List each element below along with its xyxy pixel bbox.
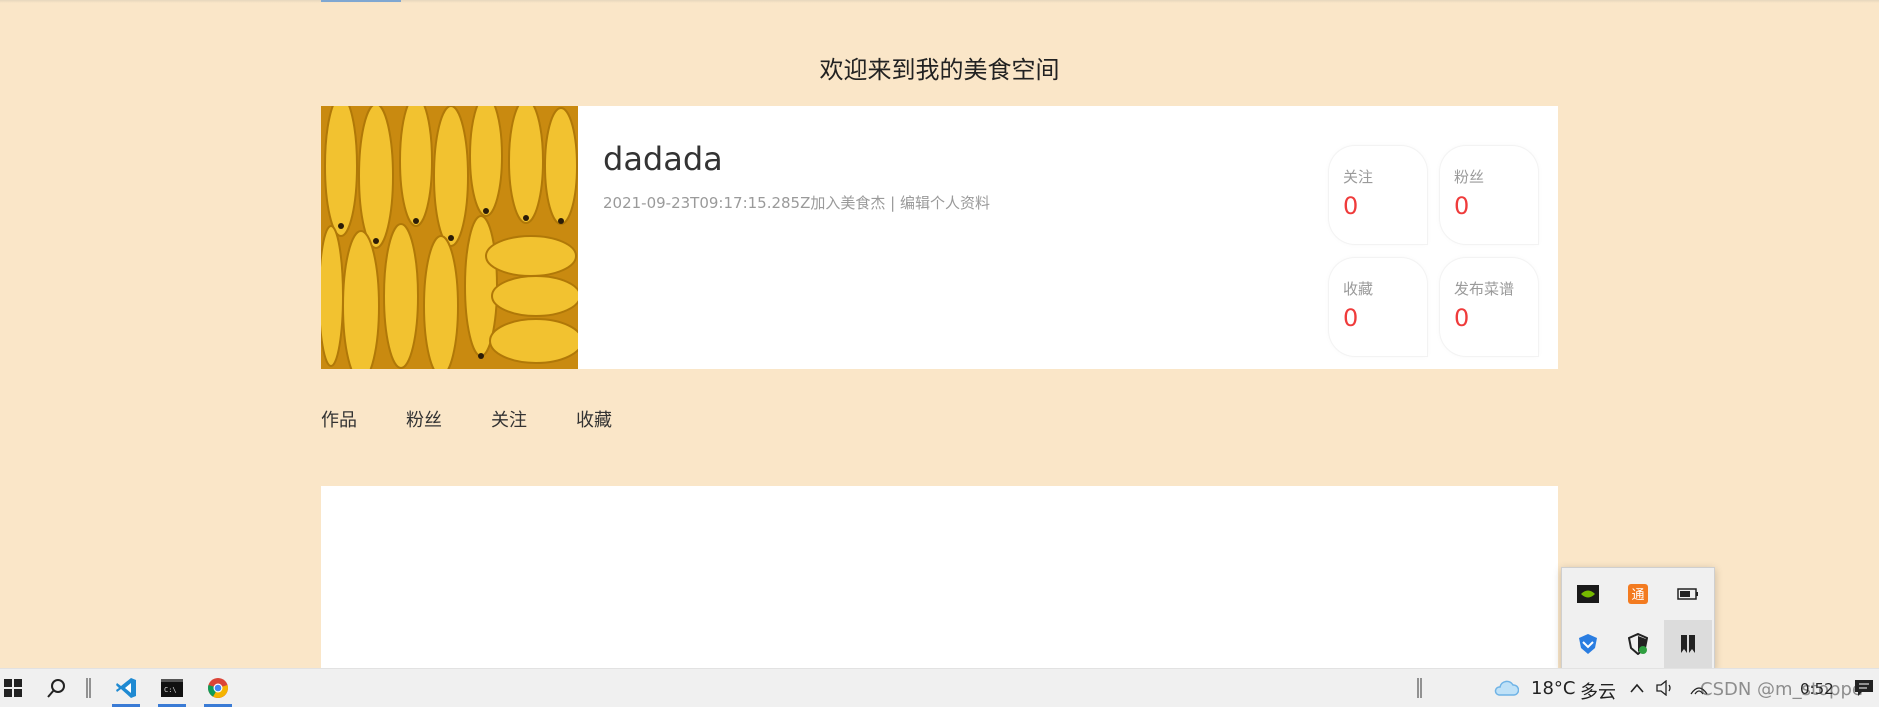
- stat-value: 0: [1454, 192, 1470, 220]
- nvidia-icon[interactable]: [1564, 570, 1612, 618]
- stat-label: 发布菜谱: [1454, 280, 1515, 298]
- vscode-icon[interactable]: [108, 669, 144, 707]
- join-date: 2021-09-23T09:17:15.285Z加入美食杰: [603, 194, 886, 212]
- meta-separator: |: [885, 194, 900, 212]
- weather-desc[interactable]: 多云: [1580, 678, 1616, 704]
- csdn-watermark: CSDN @m_stoppe: [1700, 679, 1863, 700]
- stat-value: 0: [1454, 304, 1470, 332]
- taskbar-divider: [84, 669, 94, 707]
- active-tab-indicator: [321, 0, 401, 2]
- stat-followers[interactable]: 粉丝 0: [1440, 146, 1538, 244]
- stat-value: 0: [1343, 304, 1359, 332]
- security-shield-icon[interactable]: [1614, 620, 1662, 668]
- stat-favorites[interactable]: 收藏 0: [1329, 258, 1427, 356]
- username: dadada: [603, 140, 723, 178]
- profile-meta: 2021-09-23T09:17:15.285Z加入美食杰 | 编辑个人资料: [603, 192, 990, 213]
- volume-icon[interactable]: [1655, 669, 1677, 707]
- taskbar-divider: [1415, 669, 1425, 707]
- profile-card: dadada 2021-09-23T09:17:15.285Z加入美食杰 | 编…: [321, 106, 1558, 369]
- content-panel: [321, 486, 1558, 668]
- stat-published-recipes[interactable]: 发布菜谱 0: [1440, 258, 1538, 356]
- banana-image: [321, 106, 578, 369]
- search-icon[interactable]: [42, 669, 70, 707]
- weather-cloud-icon[interactable]: [1492, 669, 1520, 707]
- tab-fans[interactable]: 粉丝: [406, 406, 442, 432]
- chrome-icon[interactable]: [200, 669, 236, 707]
- top-shadow: [0, 0, 1879, 3]
- taskbar: C:\ 18°C 多云 CSDN @m_stoppe 0:52: [0, 668, 1879, 707]
- svg-text:C:\: C:\: [164, 686, 177, 694]
- clock-time[interactable]: 0:52: [1800, 680, 1834, 698]
- stat-following[interactable]: 关注 0: [1329, 146, 1427, 244]
- battery-icon[interactable]: [1664, 570, 1712, 618]
- edit-profile-link[interactable]: 编辑个人资料: [900, 194, 990, 212]
- stat-label: 关注: [1343, 168, 1374, 186]
- app-orange-icon[interactable]: 通: [1614, 570, 1662, 618]
- weather-temp[interactable]: 18°C: [1531, 678, 1575, 699]
- tab-favorites[interactable]: 收藏: [576, 406, 612, 432]
- windows-start-icon[interactable]: [0, 669, 26, 707]
- bookmark-icon[interactable]: [1664, 620, 1712, 668]
- notification-center-icon[interactable]: [1852, 669, 1876, 707]
- tab-works[interactable]: 作品: [321, 406, 357, 432]
- avatar[interactable]: [321, 106, 578, 369]
- tray-overflow-popup: 通: [1561, 567, 1715, 670]
- chevron-up-icon[interactable]: [1627, 669, 1647, 707]
- svg-text:通: 通: [1631, 588, 1644, 603]
- shield-blue-icon[interactable]: [1564, 620, 1612, 668]
- page-title: 欢迎来到我的美食空间: [819, 56, 1060, 84]
- stat-label: 粉丝: [1454, 168, 1485, 186]
- stat-label: 收藏: [1343, 280, 1374, 298]
- terminal-icon[interactable]: C:\: [154, 669, 190, 707]
- tab-following[interactable]: 关注: [491, 406, 527, 432]
- stat-value: 0: [1343, 192, 1359, 220]
